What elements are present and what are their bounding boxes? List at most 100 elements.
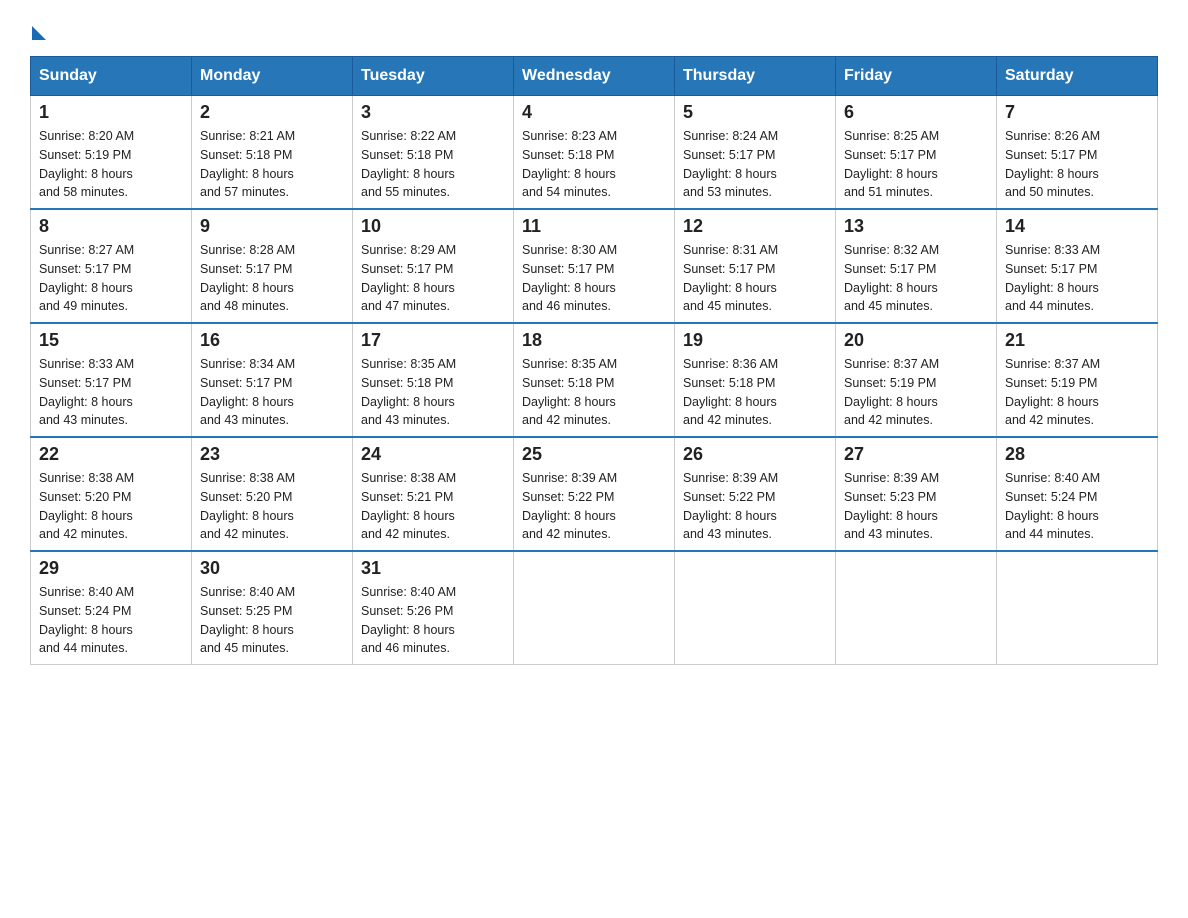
day-number: 25 xyxy=(522,444,666,465)
calendar-cell: 11 Sunrise: 8:30 AMSunset: 5:17 PMDaylig… xyxy=(514,209,675,323)
calendar-cell xyxy=(997,551,1158,665)
day-info: Sunrise: 8:40 AMSunset: 5:25 PMDaylight:… xyxy=(200,583,344,658)
calendar-cell: 3 Sunrise: 8:22 AMSunset: 5:18 PMDayligh… xyxy=(353,96,514,210)
header-cell-sunday: Sunday xyxy=(31,57,192,96)
day-info: Sunrise: 8:39 AMSunset: 5:22 PMDaylight:… xyxy=(683,469,827,544)
day-info: Sunrise: 8:36 AMSunset: 5:18 PMDaylight:… xyxy=(683,355,827,430)
day-number: 2 xyxy=(200,102,344,123)
week-row-2: 8 Sunrise: 8:27 AMSunset: 5:17 PMDayligh… xyxy=(31,209,1158,323)
calendar-cell: 24 Sunrise: 8:38 AMSunset: 5:21 PMDaylig… xyxy=(353,437,514,551)
calendar-cell: 2 Sunrise: 8:21 AMSunset: 5:18 PMDayligh… xyxy=(192,96,353,210)
calendar-cell: 1 Sunrise: 8:20 AMSunset: 5:19 PMDayligh… xyxy=(31,96,192,210)
day-number: 13 xyxy=(844,216,988,237)
header-cell-tuesday: Tuesday xyxy=(353,57,514,96)
day-number: 20 xyxy=(844,330,988,351)
page-header xyxy=(30,20,1158,38)
day-info: Sunrise: 8:25 AMSunset: 5:17 PMDaylight:… xyxy=(844,127,988,202)
calendar-cell: 8 Sunrise: 8:27 AMSunset: 5:17 PMDayligh… xyxy=(31,209,192,323)
calendar-cell: 20 Sunrise: 8:37 AMSunset: 5:19 PMDaylig… xyxy=(836,323,997,437)
calendar-cell: 28 Sunrise: 8:40 AMSunset: 5:24 PMDaylig… xyxy=(997,437,1158,551)
calendar-cell: 5 Sunrise: 8:24 AMSunset: 5:17 PMDayligh… xyxy=(675,96,836,210)
day-info: Sunrise: 8:35 AMSunset: 5:18 PMDaylight:… xyxy=(522,355,666,430)
day-info: Sunrise: 8:39 AMSunset: 5:23 PMDaylight:… xyxy=(844,469,988,544)
day-info: Sunrise: 8:40 AMSunset: 5:26 PMDaylight:… xyxy=(361,583,505,658)
day-number: 28 xyxy=(1005,444,1149,465)
calendar-cell: 7 Sunrise: 8:26 AMSunset: 5:17 PMDayligh… xyxy=(997,96,1158,210)
day-number: 29 xyxy=(39,558,183,579)
day-info: Sunrise: 8:38 AMSunset: 5:21 PMDaylight:… xyxy=(361,469,505,544)
day-number: 30 xyxy=(200,558,344,579)
day-info: Sunrise: 8:34 AMSunset: 5:17 PMDaylight:… xyxy=(200,355,344,430)
day-number: 26 xyxy=(683,444,827,465)
header-cell-saturday: Saturday xyxy=(997,57,1158,96)
day-info: Sunrise: 8:38 AMSunset: 5:20 PMDaylight:… xyxy=(200,469,344,544)
day-info: Sunrise: 8:29 AMSunset: 5:17 PMDaylight:… xyxy=(361,241,505,316)
calendar-cell: 18 Sunrise: 8:35 AMSunset: 5:18 PMDaylig… xyxy=(514,323,675,437)
logo xyxy=(30,20,46,38)
calendar-cell: 9 Sunrise: 8:28 AMSunset: 5:17 PMDayligh… xyxy=(192,209,353,323)
day-info: Sunrise: 8:20 AMSunset: 5:19 PMDaylight:… xyxy=(39,127,183,202)
day-info: Sunrise: 8:39 AMSunset: 5:22 PMDaylight:… xyxy=(522,469,666,544)
calendar-cell: 6 Sunrise: 8:25 AMSunset: 5:17 PMDayligh… xyxy=(836,96,997,210)
day-number: 21 xyxy=(1005,330,1149,351)
day-number: 18 xyxy=(522,330,666,351)
calendar-cell xyxy=(836,551,997,665)
calendar-cell xyxy=(675,551,836,665)
day-info: Sunrise: 8:38 AMSunset: 5:20 PMDaylight:… xyxy=(39,469,183,544)
day-info: Sunrise: 8:33 AMSunset: 5:17 PMDaylight:… xyxy=(39,355,183,430)
calendar-cell: 10 Sunrise: 8:29 AMSunset: 5:17 PMDaylig… xyxy=(353,209,514,323)
week-row-3: 15 Sunrise: 8:33 AMSunset: 5:17 PMDaylig… xyxy=(31,323,1158,437)
day-info: Sunrise: 8:26 AMSunset: 5:17 PMDaylight:… xyxy=(1005,127,1149,202)
day-number: 12 xyxy=(683,216,827,237)
day-info: Sunrise: 8:28 AMSunset: 5:17 PMDaylight:… xyxy=(200,241,344,316)
week-row-1: 1 Sunrise: 8:20 AMSunset: 5:19 PMDayligh… xyxy=(31,96,1158,210)
day-number: 6 xyxy=(844,102,988,123)
day-number: 10 xyxy=(361,216,505,237)
day-number: 1 xyxy=(39,102,183,123)
day-number: 22 xyxy=(39,444,183,465)
week-row-5: 29 Sunrise: 8:40 AMSunset: 5:24 PMDaylig… xyxy=(31,551,1158,665)
calendar-cell: 15 Sunrise: 8:33 AMSunset: 5:17 PMDaylig… xyxy=(31,323,192,437)
day-number: 17 xyxy=(361,330,505,351)
calendar-cell: 22 Sunrise: 8:38 AMSunset: 5:20 PMDaylig… xyxy=(31,437,192,551)
day-number: 31 xyxy=(361,558,505,579)
calendar-cell: 4 Sunrise: 8:23 AMSunset: 5:18 PMDayligh… xyxy=(514,96,675,210)
day-number: 11 xyxy=(522,216,666,237)
calendar-cell: 25 Sunrise: 8:39 AMSunset: 5:22 PMDaylig… xyxy=(514,437,675,551)
calendar-cell: 30 Sunrise: 8:40 AMSunset: 5:25 PMDaylig… xyxy=(192,551,353,665)
calendar-cell: 12 Sunrise: 8:31 AMSunset: 5:17 PMDaylig… xyxy=(675,209,836,323)
day-info: Sunrise: 8:40 AMSunset: 5:24 PMDaylight:… xyxy=(1005,469,1149,544)
header-cell-friday: Friday xyxy=(836,57,997,96)
calendar-cell: 13 Sunrise: 8:32 AMSunset: 5:17 PMDaylig… xyxy=(836,209,997,323)
day-info: Sunrise: 8:31 AMSunset: 5:17 PMDaylight:… xyxy=(683,241,827,316)
calendar-cell: 27 Sunrise: 8:39 AMSunset: 5:23 PMDaylig… xyxy=(836,437,997,551)
week-row-4: 22 Sunrise: 8:38 AMSunset: 5:20 PMDaylig… xyxy=(31,437,1158,551)
day-number: 14 xyxy=(1005,216,1149,237)
day-info: Sunrise: 8:30 AMSunset: 5:17 PMDaylight:… xyxy=(522,241,666,316)
day-info: Sunrise: 8:27 AMSunset: 5:17 PMDaylight:… xyxy=(39,241,183,316)
logo-triangle-icon xyxy=(32,26,46,40)
day-number: 8 xyxy=(39,216,183,237)
header-cell-wednesday: Wednesday xyxy=(514,57,675,96)
calendar-cell: 16 Sunrise: 8:34 AMSunset: 5:17 PMDaylig… xyxy=(192,323,353,437)
day-number: 27 xyxy=(844,444,988,465)
day-number: 3 xyxy=(361,102,505,123)
day-info: Sunrise: 8:23 AMSunset: 5:18 PMDaylight:… xyxy=(522,127,666,202)
calendar-cell: 31 Sunrise: 8:40 AMSunset: 5:26 PMDaylig… xyxy=(353,551,514,665)
header-cell-thursday: Thursday xyxy=(675,57,836,96)
day-number: 4 xyxy=(522,102,666,123)
calendar-cell: 26 Sunrise: 8:39 AMSunset: 5:22 PMDaylig… xyxy=(675,437,836,551)
day-number: 15 xyxy=(39,330,183,351)
day-info: Sunrise: 8:40 AMSunset: 5:24 PMDaylight:… xyxy=(39,583,183,658)
calendar-cell: 29 Sunrise: 8:40 AMSunset: 5:24 PMDaylig… xyxy=(31,551,192,665)
header-row: SundayMondayTuesdayWednesdayThursdayFrid… xyxy=(31,57,1158,96)
calendar-cell: 19 Sunrise: 8:36 AMSunset: 5:18 PMDaylig… xyxy=(675,323,836,437)
day-info: Sunrise: 8:24 AMSunset: 5:17 PMDaylight:… xyxy=(683,127,827,202)
day-info: Sunrise: 8:35 AMSunset: 5:18 PMDaylight:… xyxy=(361,355,505,430)
day-info: Sunrise: 8:33 AMSunset: 5:17 PMDaylight:… xyxy=(1005,241,1149,316)
calendar-cell: 14 Sunrise: 8:33 AMSunset: 5:17 PMDaylig… xyxy=(997,209,1158,323)
day-number: 5 xyxy=(683,102,827,123)
day-number: 19 xyxy=(683,330,827,351)
day-number: 24 xyxy=(361,444,505,465)
day-info: Sunrise: 8:21 AMSunset: 5:18 PMDaylight:… xyxy=(200,127,344,202)
